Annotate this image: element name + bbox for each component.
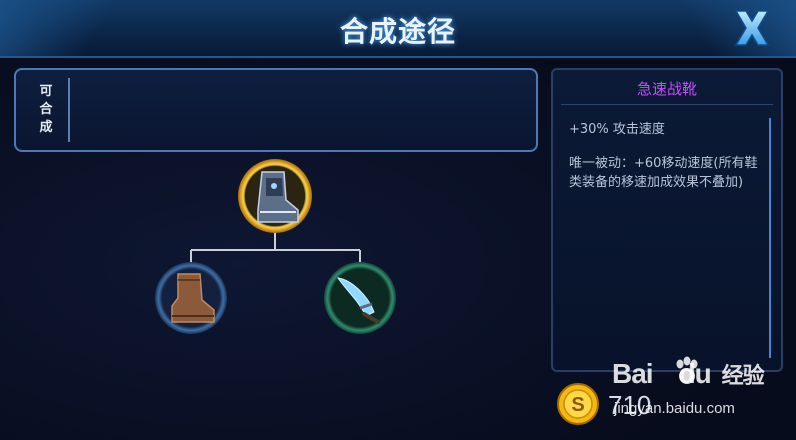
item-info-panel: 急速战靴 +30% 攻击速度 唯一被动：+60移动速度(所有鞋类装备的移速加成效… (551, 68, 783, 372)
synthesis-tree (155, 159, 396, 334)
watermark-brand-bai: Bai (612, 358, 654, 389)
gold-coin-icon: S (557, 383, 599, 425)
item-stat: +30% 攻击速度 (569, 122, 665, 137)
tree-connectors (190, 230, 361, 265)
paw-icon (676, 356, 698, 384)
info-divider (561, 104, 773, 105)
baidu-watermark: Bai du 经验 jingyan.baidu.com (600, 352, 790, 436)
tree-root-node[interactable] (238, 159, 312, 233)
tree-child-node-dagger[interactable] (324, 262, 396, 334)
watermark-brand-cn: 经验 (721, 363, 765, 388)
close-button[interactable] (724, 4, 780, 52)
svg-text:S: S (571, 394, 584, 416)
close-x-icon (734, 10, 770, 46)
synthesis-screen: 合成途径 可合成 急速战靴 +30% 攻击速度 唯一被动：+60移动速度(所有鞋… (0, 0, 796, 440)
item-name: 急速战靴 (636, 80, 697, 98)
info-scrollbar[interactable] (769, 118, 771, 358)
item-passive: 唯一被动：+60移动速度(所有鞋类装备的移速加成效果不叠加) (569, 156, 758, 190)
tree-child-node-boots[interactable] (155, 262, 227, 334)
watermark-url: jingyan.baidu.com (614, 400, 735, 417)
